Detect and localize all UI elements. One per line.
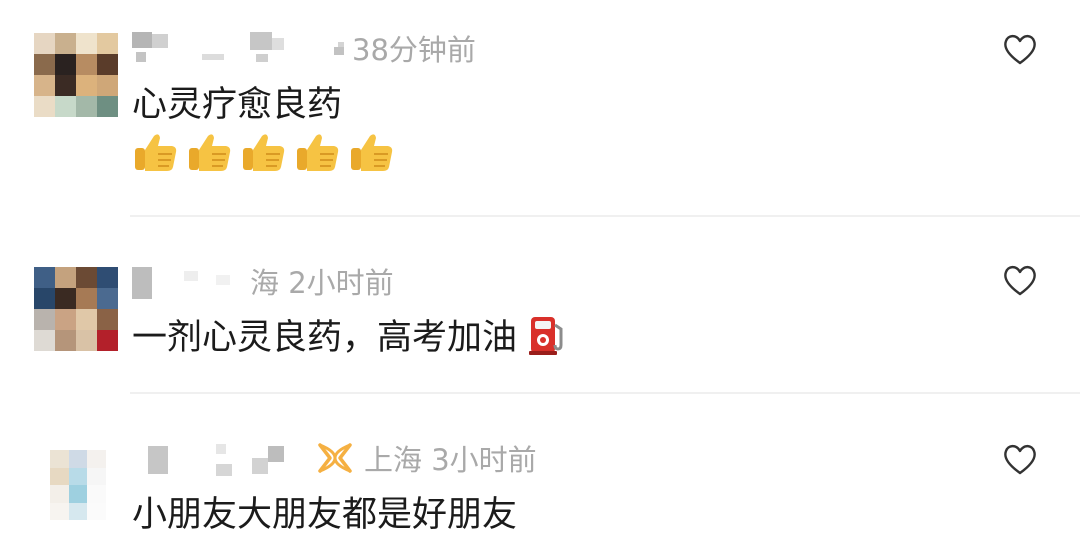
comment-meta: 上海 3小时前: [132, 438, 537, 478]
thumbs-up-icon: [351, 134, 393, 171]
comment-meta: 38分钟前: [132, 28, 476, 68]
heart-outline-icon[interactable]: [1002, 442, 1038, 476]
emoji-row: [132, 128, 396, 176]
comment-location-time: 海 2小时前: [250, 266, 394, 300]
thumbs-up-icon: [297, 134, 339, 171]
comment-item: 上海 3小时前 小朋友大朋友都是好朋友: [0, 394, 1080, 543]
username-blurred[interactable]: [132, 438, 316, 478]
thumbs-up-icon: [189, 134, 231, 171]
fan-level-icon: [334, 42, 344, 55]
comment-item: 海 2小时前 一剂心灵良药，高考加油: [0, 217, 1080, 392]
thumbs-up-icon: [135, 134, 177, 171]
heart-outline-icon[interactable]: [1002, 263, 1038, 297]
avatar[interactable]: [34, 267, 118, 351]
comment-item: 38分钟前 心灵疗愈良药: [0, 0, 1080, 215]
comment-text-body: 一剂心灵良药，高考加油: [132, 317, 518, 358]
thumbs-up-icon: [243, 134, 285, 171]
fuel-pump-icon: [529, 317, 563, 355]
username-blurred[interactable]: [132, 261, 250, 301]
comment-meta: 海 2小时前: [132, 261, 394, 301]
comment-text: 小朋友大朋友都是好朋友: [132, 494, 518, 535]
comment-text: 心灵疗愈良药: [132, 84, 343, 125]
avatar[interactable]: [34, 33, 118, 117]
comment-location-time: 上海 3小时前: [364, 443, 537, 477]
username-blurred[interactable]: [132, 28, 332, 68]
comment-time: 38分钟前: [352, 33, 476, 67]
avatar[interactable]: [50, 450, 106, 520]
comment-text: 一剂心灵良药，高考加油: [132, 309, 567, 359]
heart-outline-icon[interactable]: [1002, 32, 1038, 66]
fan-badge-icon: [318, 443, 352, 473]
